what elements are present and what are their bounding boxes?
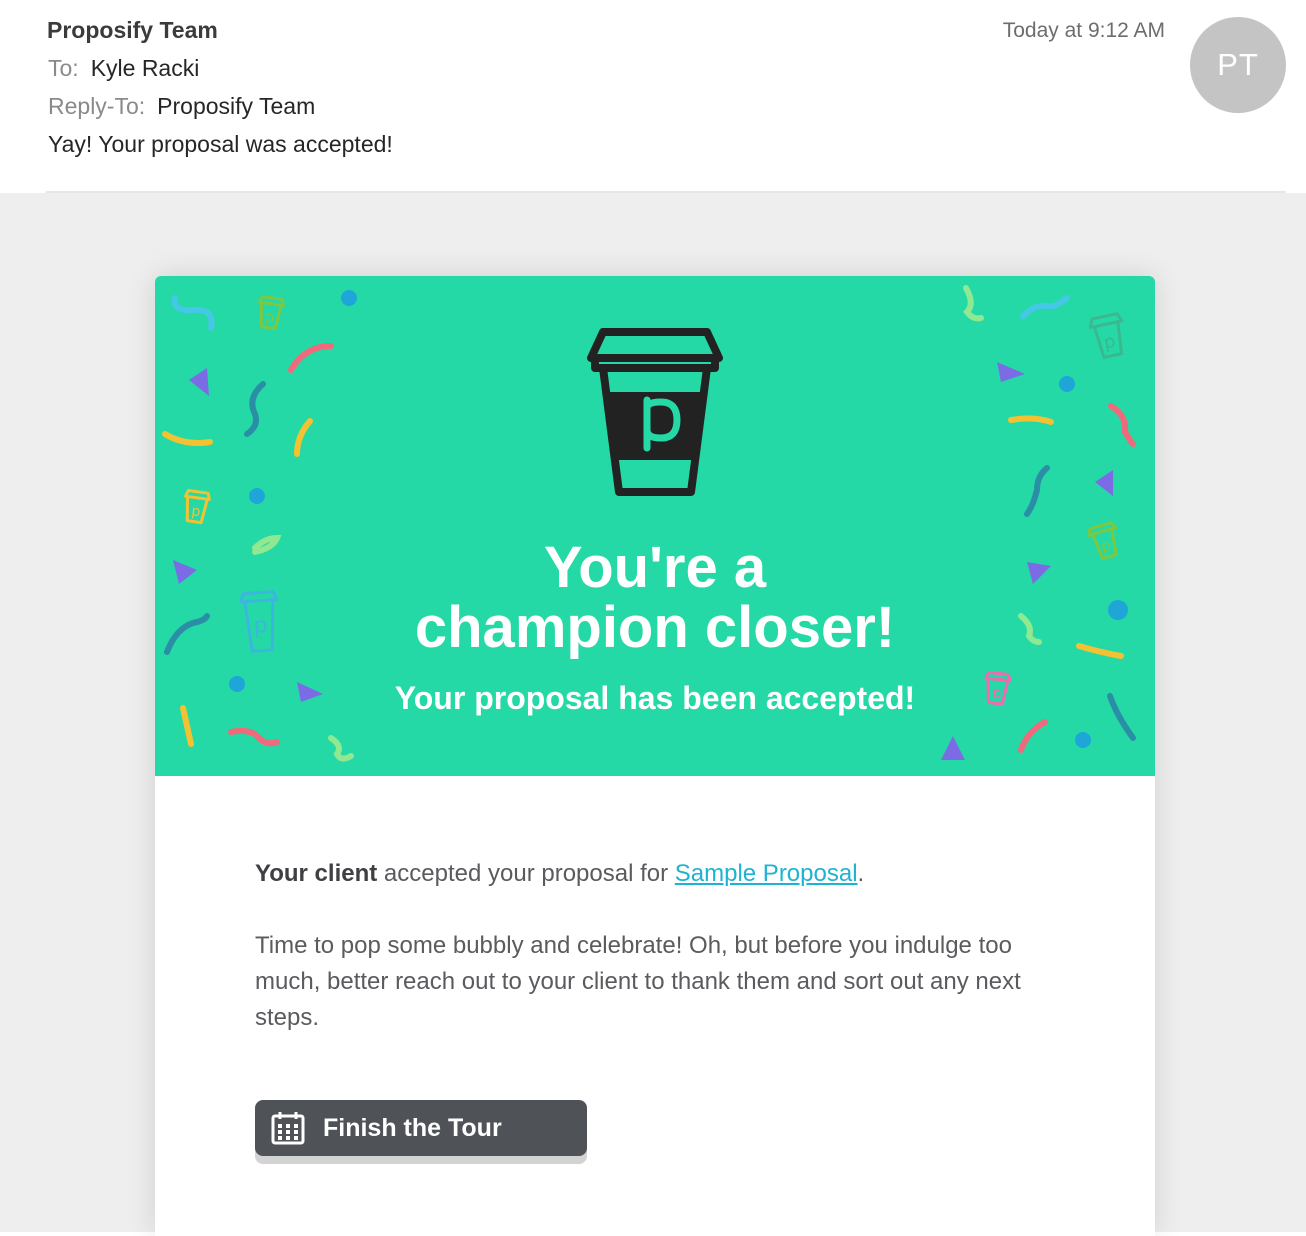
email-header: Proposify Team To: Kyle Racki Reply-To: Pr… (0, 0, 1306, 193)
hero-subheadline: Your proposal has been accepted! (394, 680, 916, 716)
svg-text:p: p (1102, 331, 1118, 354)
email-subject: Yay! Your proposal was accepted! (48, 131, 393, 157)
client-label: Your client (255, 860, 378, 887)
svg-text:p: p (264, 309, 275, 326)
period: . (857, 860, 865, 887)
acceptance-paragraph: Your client accepted your proposal for S… (255, 856, 1055, 892)
accepted-text: accepted your proposal for (377, 860, 675, 887)
hero-headline-line1: You're a (543, 535, 767, 600)
reply-to-value[interactable]: Proposify Team (157, 93, 315, 119)
to-row: To: Kyle Racki (48, 55, 199, 82)
calendar-icon (271, 1112, 305, 1145)
finish-tour-label: Finish the Tour (323, 1113, 502, 1142)
svg-text:p: p (190, 503, 201, 520)
hero-headline: You're a champion closer! (155, 538, 1155, 658)
finish-tour-cta: Finish the Tour (255, 1100, 587, 1164)
proposal-link[interactable]: Sample Proposal (675, 860, 858, 887)
reply-to-label: Reply-To: (48, 93, 146, 119)
hero-banner: p p p p p p You're a champion closer! Yo… (155, 276, 1155, 776)
reply-to-row: Reply-To: Proposify Team (48, 93, 315, 120)
to-label: To: (48, 55, 79, 81)
proposify-cup-logo (587, 328, 723, 496)
to-recipient[interactable]: Kyle Racki (91, 55, 200, 81)
finish-tour-button[interactable]: Finish the Tour (255, 1100, 587, 1156)
hero-headline-line2: champion closer! (414, 595, 896, 660)
celebration-paragraph: Time to pop some bubbly and celebrate! O… (255, 932, 1021, 1031)
email-date: Today at 9:12 AM (1002, 19, 1165, 42)
email-content: Your client accepted your proposal for S… (255, 856, 1055, 1072)
sender-name[interactable]: Proposify Team (47, 17, 218, 44)
email-card: p p p p p p You're a champion closer! Yo… (155, 276, 1155, 1236)
sender-avatar[interactable]: PT (1190, 17, 1286, 113)
